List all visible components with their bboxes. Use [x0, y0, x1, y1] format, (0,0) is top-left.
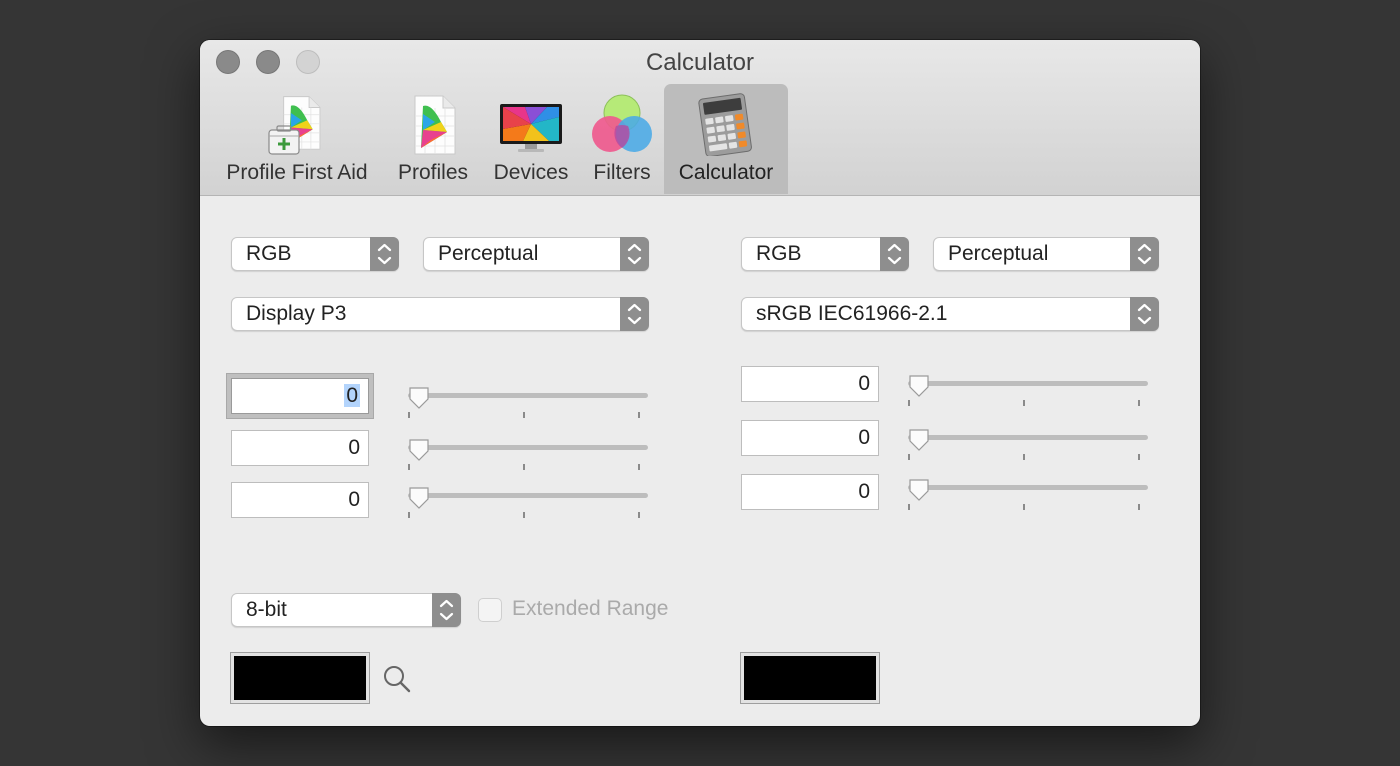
- chevron-updown-icon: [370, 237, 399, 271]
- channel-value: 0: [348, 488, 360, 511]
- destination-channel-1-field[interactable]: 0: [741, 366, 879, 402]
- source-profile-popup[interactable]: Display P3: [231, 297, 649, 331]
- slider-track: [408, 393, 648, 398]
- slider-tick: [908, 400, 910, 406]
- destination-color-swatch[interactable]: [740, 652, 880, 704]
- slider-tick: [408, 512, 410, 518]
- tab-label: Profile First Aid: [226, 161, 368, 184]
- tab-filters[interactable]: Filters: [582, 84, 662, 194]
- slider-tick: [638, 464, 640, 470]
- destination-channel-1-slider[interactable]: [908, 373, 1148, 413]
- channel-value: 0: [348, 436, 360, 459]
- slider-track: [908, 485, 1148, 490]
- slider-tick: [908, 454, 910, 460]
- tab-profiles[interactable]: Profiles: [390, 84, 476, 194]
- magnifier-icon[interactable]: [382, 664, 412, 694]
- tab-profile-first-aid[interactable]: Profile First Aid: [212, 84, 382, 194]
- slider-tick: [1023, 400, 1025, 406]
- chevron-updown-icon: [1130, 237, 1159, 271]
- profiles-icon: [414, 95, 456, 155]
- popup-value: Perceptual: [438, 242, 539, 265]
- slider-knob[interactable]: [408, 438, 430, 462]
- source-channel-1-field[interactable]: 0: [231, 378, 369, 414]
- slider-tick: [638, 412, 640, 418]
- slider-tick: [408, 464, 410, 470]
- chevron-updown-icon: [880, 237, 909, 271]
- slider-tick: [1138, 454, 1140, 460]
- popup-value: RGB: [246, 242, 292, 265]
- destination-channel-3-field[interactable]: 0: [741, 474, 879, 510]
- extended-range-checkbox[interactable]: [478, 598, 502, 622]
- slider-knob[interactable]: [408, 486, 430, 510]
- slider-tick: [1138, 504, 1140, 510]
- calculator-icon: [698, 93, 752, 156]
- chevron-updown-icon: [1130, 297, 1159, 331]
- slider-tick: [1023, 504, 1025, 510]
- source-color-space-popup[interactable]: RGB: [231, 237, 399, 271]
- destination-intent-popup[interactable]: Perceptual: [933, 237, 1159, 271]
- source-channel-2-slider[interactable]: [408, 437, 648, 477]
- source-channel-2-field[interactable]: 0: [231, 430, 369, 466]
- slider-tick: [523, 512, 525, 518]
- slider-knob[interactable]: [908, 428, 930, 452]
- slider-knob[interactable]: [908, 478, 930, 502]
- destination-channel-2-slider[interactable]: [908, 427, 1148, 467]
- source-intent-popup[interactable]: Perceptual: [423, 237, 649, 271]
- channel-value: 0: [344, 384, 360, 407]
- swatch-fill: [234, 656, 366, 700]
- popup-value: Perceptual: [948, 242, 1049, 265]
- chevron-updown-icon: [620, 297, 649, 331]
- tab-label: Calculator: [678, 161, 774, 184]
- destination-color-space-popup[interactable]: RGB: [741, 237, 909, 271]
- tab-calculator[interactable]: Calculator: [664, 84, 788, 194]
- profile-first-aid-icon: [268, 96, 321, 155]
- channel-value: 0: [858, 426, 870, 449]
- popup-value: RGB: [756, 242, 802, 265]
- tab-label: Devices: [493, 161, 569, 184]
- slider-knob[interactable]: [408, 386, 430, 410]
- source-color-swatch[interactable]: [230, 652, 370, 704]
- slider-tick: [523, 412, 525, 418]
- popup-value: Display P3: [246, 302, 347, 325]
- swatch-fill: [744, 656, 876, 700]
- bit-depth-popup[interactable]: 8-bit: [231, 593, 461, 627]
- slider-tick: [638, 512, 640, 518]
- destination-channel-2-field[interactable]: 0: [741, 420, 879, 456]
- source-channel-3-field[interactable]: 0: [231, 482, 369, 518]
- extended-range-label: Extended Range: [512, 597, 669, 620]
- slider-track: [408, 445, 648, 450]
- calculator-window: Calculator Profile First Aid Profiles De…: [200, 40, 1200, 726]
- slider-tick: [1023, 454, 1025, 460]
- slider-track: [908, 435, 1148, 440]
- devices-icon: [500, 104, 562, 152]
- destination-profile-popup[interactable]: sRGB IEC61966-2.1: [741, 297, 1159, 331]
- tab-devices[interactable]: Devices: [486, 84, 576, 194]
- popup-value: 8-bit: [246, 598, 287, 621]
- slider-tick: [1138, 400, 1140, 406]
- slider-tick: [523, 464, 525, 470]
- tab-label: Filters: [593, 161, 651, 184]
- channel-value: 0: [858, 372, 870, 395]
- slider-knob[interactable]: [908, 374, 930, 398]
- destination-channel-3-slider[interactable]: [908, 477, 1148, 517]
- filters-icon: [592, 94, 652, 152]
- slider-track: [908, 381, 1148, 386]
- window-title: Calculator: [645, 49, 755, 76]
- toolbar: Calculator Profile First Aid Profiles De…: [200, 40, 1200, 196]
- chevron-updown-icon: [620, 237, 649, 271]
- chevron-updown-icon: [432, 593, 461, 627]
- source-channel-1-slider[interactable]: [408, 385, 648, 425]
- slider-tick: [908, 504, 910, 510]
- source-channel-3-slider[interactable]: [408, 485, 648, 525]
- channel-value: 0: [858, 480, 870, 503]
- slider-track: [408, 493, 648, 498]
- popup-value: sRGB IEC61966-2.1: [756, 302, 948, 325]
- tab-label: Profiles: [397, 161, 469, 184]
- slider-tick: [408, 412, 410, 418]
